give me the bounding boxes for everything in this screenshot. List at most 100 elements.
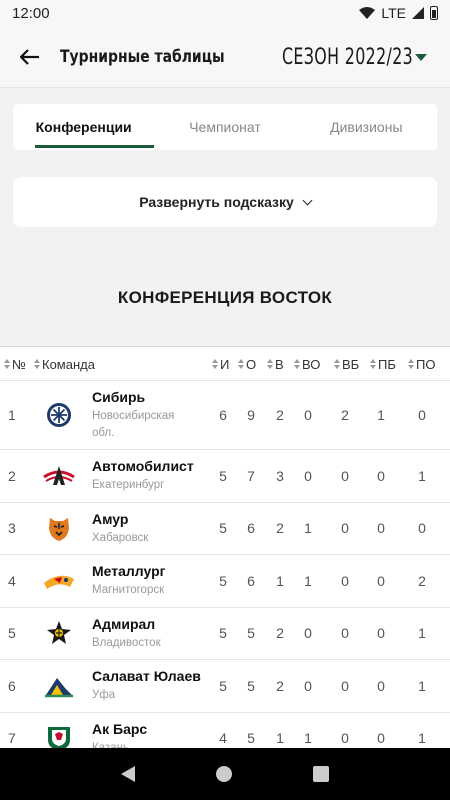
points-value: 7 bbox=[247, 467, 255, 484]
so-losses-value: 0 bbox=[377, 572, 385, 589]
team-cell: Салават Юлаев Уфа bbox=[92, 660, 201, 712]
table-row[interactable]: 2 Автомобилист Екатеринбург 5 7 3 0 0 0 … bbox=[0, 450, 450, 503]
nav-back-icon[interactable] bbox=[120, 766, 135, 782]
back-button[interactable] bbox=[0, 26, 60, 88]
ot-losses-value: 1 bbox=[418, 625, 426, 642]
team-name: Адмирал bbox=[92, 615, 156, 632]
expand-hint-button[interactable]: Развернуть подсказку bbox=[13, 177, 437, 227]
team-name: Сибирь bbox=[92, 389, 146, 406]
table-row[interactable]: 7 Ак Барс Казань 4 5 1 1 0 0 1 bbox=[0, 713, 450, 748]
col-wins[interactable]: В bbox=[267, 347, 284, 381]
team-name: Металлург bbox=[92, 563, 166, 580]
nav-home-icon[interactable] bbox=[215, 766, 232, 782]
points-value: 5 bbox=[247, 730, 255, 747]
col-number[interactable]: № bbox=[4, 347, 26, 381]
table-row[interactable]: 4 Металлург Магнитогорск 5 6 1 1 0 0 2 bbox=[0, 555, 450, 608]
ot-losses-value: 1 bbox=[418, 677, 426, 694]
row-number: 2 bbox=[8, 467, 16, 484]
ot-wins-value: 0 bbox=[304, 467, 312, 484]
metallurg-logo-icon bbox=[42, 555, 76, 607]
sort-icon bbox=[334, 359, 340, 369]
status-icons: LTE bbox=[359, 5, 438, 21]
team-name: Амур bbox=[92, 510, 129, 527]
wins-value: 1 bbox=[276, 572, 284, 589]
team-city: Новосибирская обл. bbox=[92, 410, 175, 439]
ot-losses-value: 2 bbox=[418, 572, 426, 589]
table-row[interactable]: 3 Амур Хабаровск 5 6 2 1 0 0 0 bbox=[0, 503, 450, 555]
points-value: 6 bbox=[247, 572, 255, 589]
sort-icon bbox=[238, 359, 244, 369]
nav-recents-icon[interactable] bbox=[313, 766, 330, 782]
ot-wins-value: 0 bbox=[304, 677, 312, 694]
points-value: 6 bbox=[247, 520, 255, 537]
wins-value: 2 bbox=[276, 407, 284, 423]
sort-icon bbox=[408, 359, 414, 369]
wifi-icon bbox=[359, 7, 376, 19]
team-city: Хабаровск bbox=[92, 531, 149, 544]
team-cell: Амур Хабаровск bbox=[92, 503, 148, 555]
team-name: Автомобилист bbox=[92, 458, 194, 475]
games-value: 5 bbox=[219, 572, 227, 589]
ot-losses-value: 0 bbox=[418, 407, 426, 423]
sort-icon bbox=[370, 359, 376, 369]
conference-title: КОНФЕРЕНЦИЯ ВОСТОК bbox=[117, 288, 333, 307]
status-bar: 12:00 LTE bbox=[0, 0, 450, 26]
team-city: Уфа bbox=[92, 689, 116, 702]
season-label: СЕЗОН 2022/23 bbox=[282, 44, 414, 70]
wins-value: 1 bbox=[276, 730, 284, 747]
tab-conferences[interactable]: Конференции bbox=[13, 104, 155, 150]
team-name: Салават Юлаев bbox=[92, 668, 201, 685]
sort-icon bbox=[294, 359, 300, 369]
so-losses-value: 1 bbox=[377, 407, 385, 423]
games-value: 5 bbox=[219, 520, 227, 537]
battery-icon bbox=[430, 6, 438, 20]
row-number: 3 bbox=[8, 520, 16, 537]
so-losses-value: 0 bbox=[377, 520, 385, 537]
akbars-logo-icon bbox=[42, 713, 76, 748]
tab-championship[interactable]: Чемпионат bbox=[154, 104, 295, 150]
ot-losses-value: 1 bbox=[418, 730, 426, 747]
col-ot-losses[interactable]: ПО bbox=[408, 347, 435, 381]
row-number: 7 bbox=[8, 730, 16, 747]
team-cell: Адмирал Владивосток bbox=[92, 608, 161, 660]
col-team[interactable]: Команда bbox=[34, 347, 95, 381]
col-points[interactable]: О bbox=[238, 347, 256, 381]
table-row[interactable]: 5 Адмирал Владивосток 5 5 2 0 0 0 1 bbox=[0, 608, 450, 660]
so-losses-value: 0 bbox=[377, 677, 385, 694]
so-wins-value: 0 bbox=[341, 520, 349, 537]
games-value: 5 bbox=[219, 467, 227, 484]
row-number: 4 bbox=[8, 572, 16, 589]
team-cell: Ак Барс Казань bbox=[92, 713, 147, 748]
arrow-left-icon bbox=[20, 48, 39, 65]
col-so-wins[interactable]: ВБ bbox=[334, 347, 359, 381]
status-time: 12:00 bbox=[12, 4, 50, 22]
col-so-losses[interactable]: ПБ bbox=[370, 347, 396, 381]
tab-bar: Конференции Чемпионат Дивизионы bbox=[13, 104, 437, 150]
avtomobilist-logo-icon bbox=[42, 450, 76, 502]
table-header: № Команда И О В ВО ВБ ПБ ПО bbox=[0, 347, 450, 381]
row-number: 5 bbox=[8, 625, 16, 642]
row-number: 1 bbox=[8, 407, 16, 423]
ot-wins-value: 1 bbox=[304, 520, 312, 537]
amur-tiger-logo-icon bbox=[42, 503, 76, 555]
so-wins-value: 0 bbox=[341, 730, 349, 747]
wins-value: 3 bbox=[276, 467, 284, 484]
col-games[interactable]: И bbox=[212, 347, 229, 381]
ot-wins-value: 1 bbox=[304, 730, 312, 747]
row-number: 6 bbox=[8, 677, 16, 694]
table-row[interactable]: 1 Сибирь Новосибирская обл. 6 9 2 0 2 1 … bbox=[0, 381, 450, 450]
games-value: 5 bbox=[219, 625, 227, 642]
season-selector[interactable]: СЕЗОН 2022/23 bbox=[282, 26, 427, 88]
tab-divisions[interactable]: Дивизионы bbox=[296, 104, 437, 150]
so-wins-value: 2 bbox=[341, 407, 349, 423]
so-losses-value: 0 bbox=[377, 730, 385, 747]
col-ot-wins[interactable]: ВО bbox=[294, 347, 320, 381]
so-wins-value: 0 bbox=[341, 625, 349, 642]
so-wins-value: 0 bbox=[341, 467, 349, 484]
app-bar: Турнирные таблицы СЕЗОН 2022/23 bbox=[0, 26, 450, 88]
team-cell: Сибирь Новосибирская обл. bbox=[92, 381, 192, 449]
table-row[interactable]: 6 Салават Юлаев Уфа 5 5 2 0 0 0 1 bbox=[0, 660, 450, 713]
signal-icon bbox=[412, 7, 424, 19]
chevron-down-icon bbox=[302, 195, 313, 205]
ot-wins-value: 1 bbox=[304, 572, 312, 589]
